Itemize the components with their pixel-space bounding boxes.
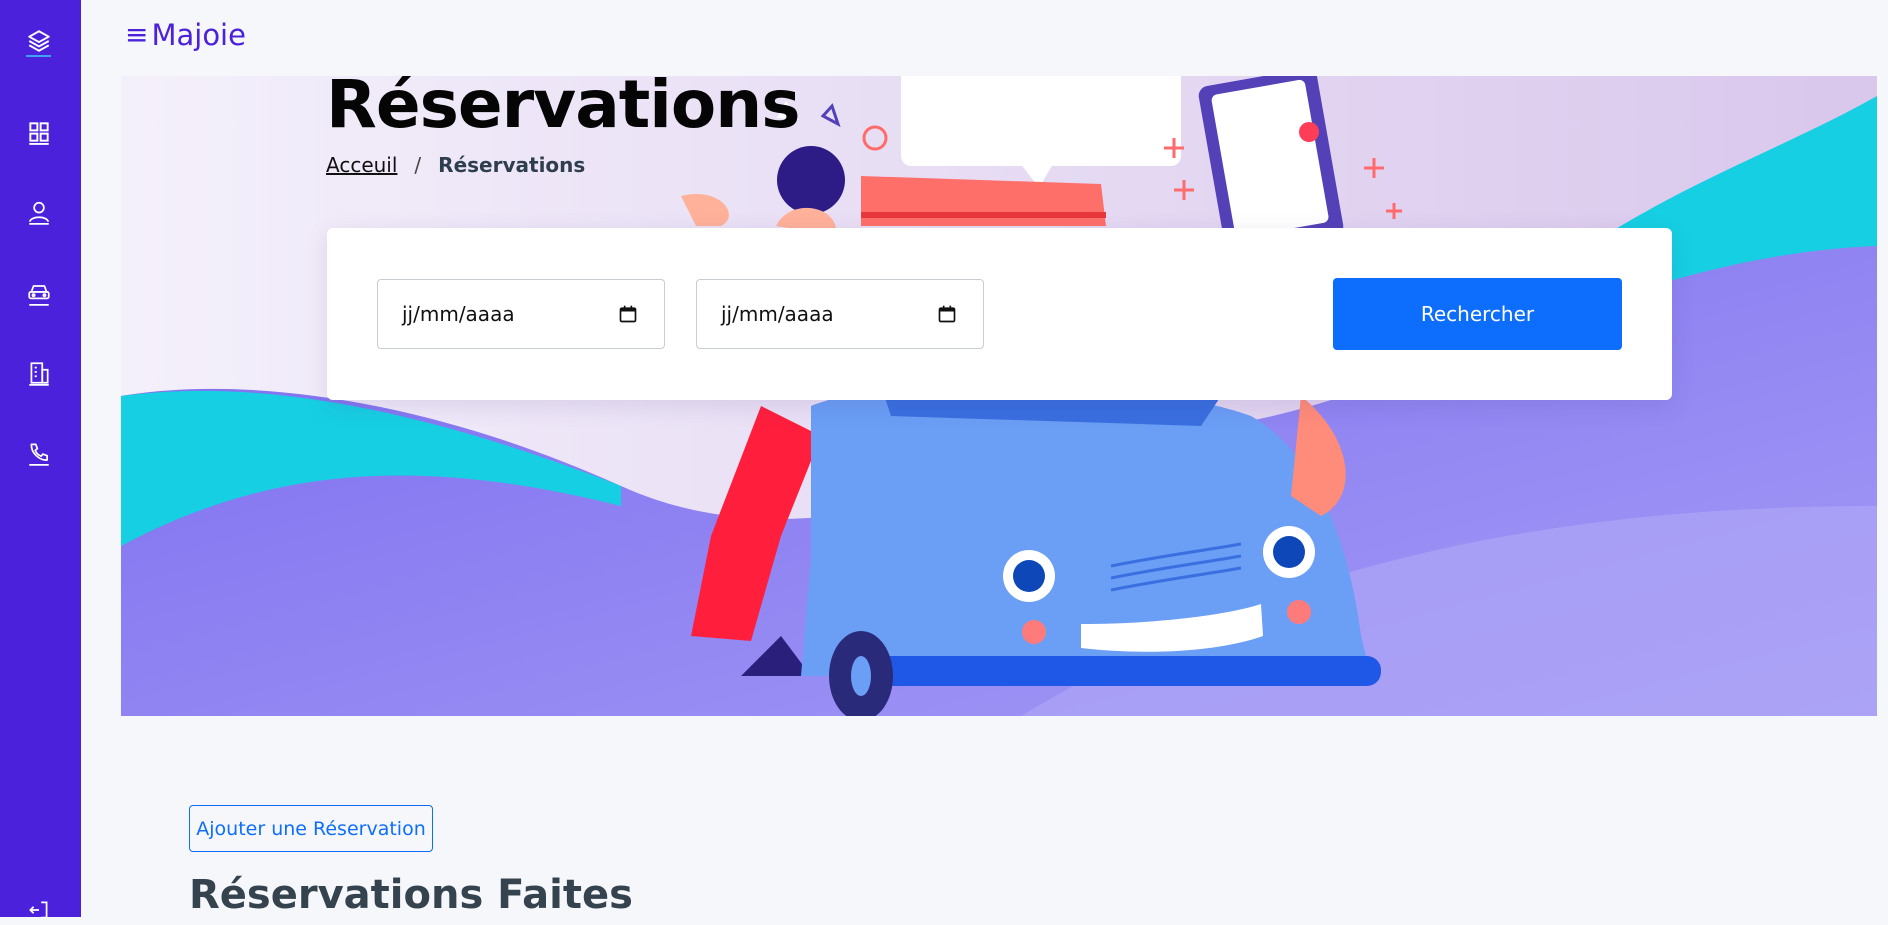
calendar-icon[interactable] — [618, 304, 638, 324]
date-from-input[interactable]: jj/mm/aaaa — [377, 279, 665, 349]
active-indicator — [26, 55, 51, 57]
grid-icon[interactable] — [24, 117, 54, 147]
date-from-placeholder: jj/mm/aaaa — [402, 302, 515, 326]
breadcrumb: Acceuil / Réservations — [326, 153, 585, 177]
breadcrumb-current: Réservations — [438, 153, 586, 177]
building-icon[interactable] — [24, 358, 54, 388]
breadcrumb-home-link[interactable]: Acceuil — [326, 153, 397, 177]
breadcrumb-separator: / — [414, 153, 422, 177]
calendar-icon[interactable] — [937, 304, 957, 324]
add-reservation-button[interactable]: Ajouter une Réservation — [189, 805, 433, 852]
logout-icon[interactable] — [24, 895, 54, 925]
brand-name: Majoie — [151, 18, 246, 52]
search-button[interactable]: Rechercher — [1333, 278, 1622, 350]
sidebar — [0, 0, 81, 919]
brand[interactable]: ≡ Majoie — [125, 18, 246, 52]
hamburger-icon[interactable]: ≡ — [125, 21, 148, 49]
date-to-placeholder: jj/mm/aaaa — [721, 302, 834, 326]
section-title: Réservations Faites — [189, 872, 633, 918]
top-bar: ≡ Majoie — [81, 0, 1888, 76]
date-to-input[interactable]: jj/mm/aaaa — [696, 279, 984, 349]
search-card: jj/mm/aaaa jj/mm/aaaa Rechercher — [327, 228, 1672, 400]
phone-icon[interactable] — [24, 438, 54, 468]
car-icon[interactable] — [24, 278, 54, 308]
page-title: Réservations — [326, 76, 801, 143]
layers-icon[interactable] — [24, 26, 54, 56]
user-icon[interactable] — [24, 197, 54, 227]
